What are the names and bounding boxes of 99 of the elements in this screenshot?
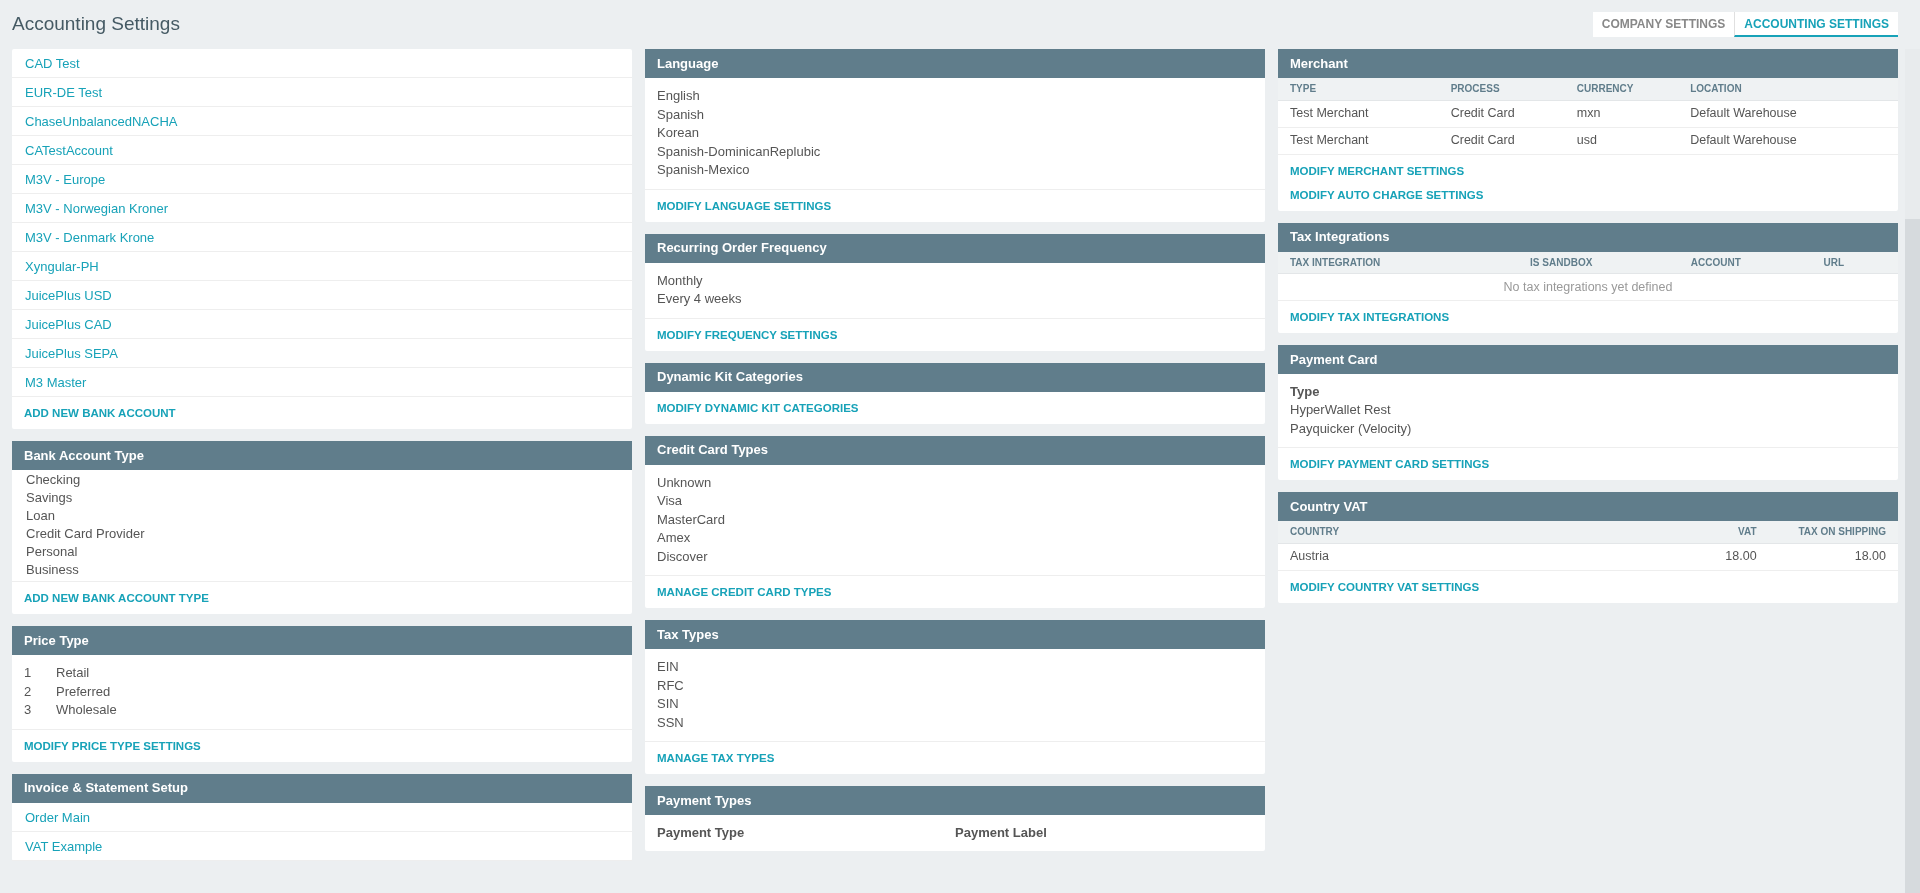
column-header: TAX ON SHIPPING: [1764, 521, 1898, 543]
card-header: Dynamic Kit Categories: [645, 362, 1265, 392]
column-header: COUNTRY: [1278, 521, 1712, 543]
action-link[interactable]: MANAGE CREDIT CARD TYPES: [657, 582, 1253, 602]
page-title: Accounting Settings: [12, 12, 180, 37]
column-header: TYPE: [1278, 78, 1451, 100]
card-header: Payment Types: [645, 786, 1265, 815]
list-item: Payquicker (Velocity): [1290, 419, 1413, 438]
card-header: Country VAT: [1278, 492, 1898, 521]
list-item: Wholesale: [56, 701, 117, 719]
card-header: Bank Account Type: [12, 441, 632, 470]
list-item: Korean: [657, 124, 700, 142]
list-item: HyperWallet Rest: [1290, 401, 1392, 419]
table-cell: Test Merchant: [1278, 100, 1451, 127]
column-header: URL: [1823, 251, 1898, 274]
action-link[interactable]: MODIFY COUNTRY VAT SETTINGS: [1290, 576, 1886, 597]
empty-message: No tax integrations yet defined: [1278, 273, 1898, 301]
list-item: Loan: [26, 507, 56, 525]
column-label: Payment Label: [955, 824, 1048, 842]
list-item: Amex: [657, 529, 692, 547]
list-item: Business: [26, 561, 80, 579]
list-item: Personal: [26, 543, 79, 561]
account-link[interactable]: JuicePlus CAD: [12, 310, 632, 339]
action-link[interactable]: MODIFY PAYMENT CARD SETTINGS: [1290, 454, 1886, 474]
table-cell: Default Warehouse: [1690, 100, 1898, 127]
list-item: Discover: [657, 547, 709, 566]
list-item: Every 4 weeks: [657, 290, 743, 308]
list-item: EIN: [657, 658, 680, 676]
column-label: Payment Type: [657, 824, 746, 842]
card-header: Credit Card Types: [645, 435, 1265, 465]
list-item: Visa: [657, 492, 684, 510]
item-number: 1: [24, 664, 33, 682]
tab[interactable]: COMPANY SETTINGS: [1592, 12, 1735, 37]
action-link[interactable]: MODIFY LANGUAGE SETTINGS: [657, 195, 1253, 216]
table-cell: mxn: [1576, 100, 1691, 127]
list-item: RFC: [657, 676, 685, 695]
card-header: Language: [645, 49, 1265, 78]
column-header: PROCESS: [1450, 78, 1577, 100]
card-header: Payment Card: [1278, 345, 1898, 374]
column-header: TAX INTEGRATION: [1278, 251, 1531, 274]
account-link[interactable]: CAD Test: [12, 49, 632, 78]
item-number: 2: [24, 682, 33, 701]
account-link[interactable]: M3V - Denmark Krone: [12, 223, 632, 252]
list-item: Spanish-DominicanReplubic: [657, 142, 822, 161]
table-cell: Credit Card: [1450, 127, 1577, 154]
list-item: SSN: [657, 713, 685, 732]
column-header: LOCATION: [1690, 78, 1898, 100]
list-item: Preferred: [56, 682, 111, 701]
list-item: Credit Card Provider: [26, 525, 146, 543]
account-link[interactable]: Xyngular-PH: [12, 252, 632, 281]
action-link[interactable]: ADD NEW BANK ACCOUNT: [24, 403, 620, 423]
list-item: Unknown: [657, 473, 713, 492]
account-link[interactable]: JuicePlus USD: [12, 281, 632, 310]
column-header: CURRENCY: [1576, 78, 1691, 100]
account-link[interactable]: M3 Master: [12, 368, 632, 397]
list-item: Savings: [26, 489, 74, 507]
table-cell: 18.00: [1764, 543, 1898, 570]
column-header: ACCOUNT: [1690, 251, 1824, 274]
card-header: Tax Integrations: [1278, 222, 1898, 252]
table-cell: 18.00: [1712, 543, 1765, 570]
account-link[interactable]: Order Main: [12, 802, 632, 832]
list-item: MasterCard: [657, 510, 726, 529]
table-cell: Default Warehouse: [1690, 127, 1898, 154]
card-header: Invoice & Statement Setup: [12, 773, 632, 803]
card-header: Tax Types: [645, 620, 1265, 649]
list-item: Retail: [56, 664, 90, 682]
account-link[interactable]: VAT Example: [12, 831, 632, 861]
account-link[interactable]: CATestAccount: [12, 136, 632, 165]
card-header: Recurring Order Frequency: [645, 233, 1265, 263]
action-link[interactable]: MODIFY AUTO CHARGE SETTINGS: [1290, 184, 1886, 205]
action-link[interactable]: ADD NEW BANK ACCOUNT TYPE: [24, 588, 620, 608]
account-link[interactable]: M3V - Europe: [12, 165, 632, 194]
table-cell: usd: [1576, 127, 1691, 154]
list-item: Spanish: [657, 105, 705, 124]
list-item: English: [657, 87, 701, 105]
account-link[interactable]: EUR-DE Test: [12, 78, 632, 107]
table-cell: Test Merchant: [1278, 127, 1451, 154]
column-header: VAT: [1712, 521, 1765, 543]
action-link[interactable]: MODIFY MERCHANT SETTINGS: [1290, 160, 1886, 181]
list-item: Monthly: [657, 271, 704, 290]
table-cell: Austria: [1278, 543, 1712, 570]
account-link[interactable]: M3V - Norwegian Kroner: [12, 194, 632, 223]
action-link[interactable]: MODIFY PRICE TYPE SETTINGS: [24, 735, 620, 756]
list-item: Spanish-Mexico: [657, 161, 751, 179]
tab[interactable]: ACCOUNTING SETTINGS: [1734, 12, 1898, 37]
card-header: Price Type: [12, 626, 632, 655]
table-cell: Credit Card: [1450, 100, 1577, 127]
item-number: 3: [24, 701, 33, 719]
action-link[interactable]: MODIFY DYNAMIC KIT CATEGORIES: [657, 397, 1253, 418]
action-link[interactable]: MODIFY FREQUENCY SETTINGS: [657, 324, 1253, 345]
column-header: IS SANDBOX: [1530, 251, 1691, 274]
list-item: SIN: [657, 695, 680, 713]
account-link[interactable]: JuicePlus SEPA: [12, 339, 632, 368]
action-link[interactable]: MANAGE TAX TYPES: [657, 748, 1253, 768]
account-link[interactable]: ChaseUnbalancedNACHA: [12, 107, 632, 136]
card-header: Merchant: [1278, 49, 1898, 78]
list-item: Checking: [26, 471, 82, 489]
action-link[interactable]: MODIFY TAX INTEGRATIONS: [1290, 307, 1886, 327]
list-label: Type: [1290, 383, 1321, 401]
